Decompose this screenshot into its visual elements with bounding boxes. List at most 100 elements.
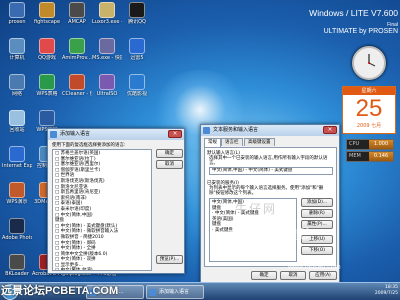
app-icon	[69, 74, 85, 90]
close-button[interactable]: ×	[323, 126, 337, 134]
desktop-icon-label: CCleaner - 快捷方式	[62, 91, 92, 97]
desktop-icon[interactable]: 迅雷5	[122, 38, 152, 72]
dialog-title: 添加输入语言	[60, 131, 91, 137]
keyboard-icon	[50, 131, 57, 138]
desktop-icon[interactable]: UltraISO	[92, 74, 122, 108]
desktop-icon[interactable]: AMCAP	[62, 2, 92, 36]
desktop-icon-label: BKLoader	[5, 271, 29, 277]
desktop-icon[interactable]: 网络	[2, 74, 32, 108]
desktop-icon-label: 计算机	[9, 55, 25, 61]
desktop-icon[interactable]: prosen	[2, 2, 32, 36]
desktop-icon[interactable]: CCleaner - 快捷方式	[62, 74, 92, 108]
cpu-value: 1.000	[369, 140, 393, 149]
mem-label: MEM	[349, 153, 361, 159]
desktop-icon[interactable]: 回收站	[2, 110, 32, 144]
taskbar-item[interactable]: 添加输入语言	[146, 285, 204, 299]
desktop-icon[interactable]: fightscape	[32, 2, 62, 36]
desktop-icon[interactable]: WPS演示	[2, 182, 32, 216]
calendar-month: 2009 七月	[356, 123, 382, 129]
desktop-icon[interactable]: 优酷影视	[122, 74, 152, 108]
app-icon	[99, 2, 115, 18]
ok-button[interactable]: 确定	[251, 271, 277, 280]
desktop-icon-label: UltraISO	[96, 91, 118, 97]
desktop-icon-label: MS.exe - 快捷方式	[92, 55, 122, 61]
default-language-desc: 选择其中一个已安装的输入语言,用作所有输入字段的默认语言。	[209, 156, 328, 166]
dialog-titlebar[interactable]: 添加输入语言 ×	[48, 129, 184, 140]
app-icon	[69, 2, 85, 18]
mem-value: 0.146	[369, 152, 393, 161]
desktop-icon-label: AmimProv... - 快捷方式	[62, 55, 92, 61]
app-icon	[9, 110, 25, 126]
desktop-icon[interactable]: 计算机	[2, 38, 32, 72]
app-icon	[69, 38, 85, 54]
taskbar-item[interactable]: 文本服务...	[86, 285, 144, 299]
app-icon	[9, 2, 25, 18]
clock-face-icon	[368, 54, 376, 67]
calendar-gadget[interactable]: 星期六 25 2009 七月	[342, 86, 396, 134]
app-icon	[9, 74, 25, 90]
default-language-select[interactable]: 中文(简体,中国) - 中文(简体) - 美式键盘	[209, 167, 333, 175]
desktop-icon-label: 网络	[11, 91, 22, 97]
app-icon	[39, 2, 55, 18]
desktop-icon-label: 优酷影视	[126, 91, 147, 97]
desktop-icon[interactable]: AmimProv... - 快捷方式	[62, 38, 92, 72]
dialog-instruction: 使用下面的复选框选择要添加的语言:	[52, 143, 126, 148]
app-icon	[39, 110, 55, 126]
desktop-icon-label: QQ游戏	[38, 55, 56, 61]
app-icon	[39, 74, 55, 90]
app-icon	[9, 38, 25, 54]
tab-language-bar[interactable]: 语言栏	[221, 138, 243, 146]
desktop-icon[interactable]: BKLoader	[2, 254, 32, 282]
language-tree[interactable]: □ 苏格兰盖尔语(英国) □ 塞尔维亚语(拉丁) □ 塞尔维亚语(西里尔) □ 僧伽罗…	[52, 149, 152, 271]
desktop-icon[interactable]: QQ游戏	[32, 38, 62, 72]
tab-general[interactable]: 常规	[204, 138, 221, 147]
cpu-meter[interactable]: CPU 1.000	[346, 139, 394, 150]
taskbar-item-label: 添加输入语言	[159, 289, 190, 295]
desktop-icon-label: WPS表格	[36, 91, 58, 97]
start-button[interactable]	[2, 284, 18, 300]
mem-meter[interactable]: MEM 0.146	[346, 151, 394, 162]
desktop-icon[interactable]: 腾讯QQ	[122, 2, 152, 36]
desktop-icon-label: AMCAP	[68, 19, 86, 25]
desktop-icon-label: Adobe Photosh...	[2, 235, 32, 241]
system-tray-clock[interactable]: 18:35 2009/7/25	[375, 285, 398, 297]
desktop-icon[interactable]: Internet Explorer	[2, 146, 32, 180]
cancel-button[interactable]: 取消	[156, 160, 183, 169]
keyboard-icon	[89, 289, 96, 296]
preview-button[interactable]: 预览(P)...	[156, 255, 183, 264]
tab-advanced-keys[interactable]: 高级键设置	[244, 138, 275, 146]
desktop-icon[interactable]: Luxor3.exe - 快捷方式	[92, 2, 122, 36]
app-icon	[39, 38, 55, 54]
desktop-icon[interactable]: WPS表格	[32, 74, 62, 108]
move-down-button[interactable]: 下移(O)	[301, 246, 333, 255]
windows-banner: Windows / LITE V7.600 Final ULTIMATE by …	[302, 8, 398, 42]
keyboard-icon	[149, 289, 156, 296]
desktop-icon[interactable]: Adobe Photosh...	[2, 218, 32, 252]
desktop-icon-label: 迅雷5	[130, 55, 144, 61]
keyboard-icon	[203, 127, 210, 134]
tree-item[interactable]: □ 中文(繁体,台湾)	[55, 268, 149, 270]
close-button[interactable]: ×	[168, 130, 182, 138]
app-icon	[99, 74, 115, 90]
dialog-titlebar[interactable]: 文本服务和输入语言 ×	[201, 125, 339, 136]
app-icon	[9, 218, 25, 234]
tray-date: 2009/7/25	[374, 291, 398, 296]
add-button[interactable]: 添加(D)...	[301, 198, 333, 207]
banner-subtitle: ULTIMATE by PROSEN	[323, 28, 398, 35]
taskbar: 文本服务... 添加输入语言 18:35 2009/7/25	[0, 282, 400, 300]
desktop-icon-label: Internet Explorer	[2, 163, 32, 169]
banner-title: Windows / LITE V7.600	[309, 8, 398, 18]
clock-gadget[interactable]	[352, 46, 386, 80]
ok-button[interactable]: 确定	[156, 149, 183, 158]
app-icon	[9, 146, 25, 162]
app-icon	[9, 254, 25, 270]
desktop-icon-label: Luxor3.exe - 快捷方式	[92, 19, 122, 25]
calendar-day: 25	[355, 95, 383, 122]
apply-button[interactable]: 应用(A)	[309, 271, 337, 280]
installed-services-desc: 为列表中显示的每个输入语言选择服务。使用"添加"和"删除"按钮修改这个列表。	[209, 186, 324, 196]
taskbar-item-label: 文本服务...	[99, 289, 124, 295]
cancel-button[interactable]: 取消	[280, 271, 306, 280]
desktop-icon[interactable]: MS.exe - 快捷方式	[92, 38, 122, 72]
app-icon	[99, 38, 115, 54]
app-icon	[9, 182, 25, 198]
